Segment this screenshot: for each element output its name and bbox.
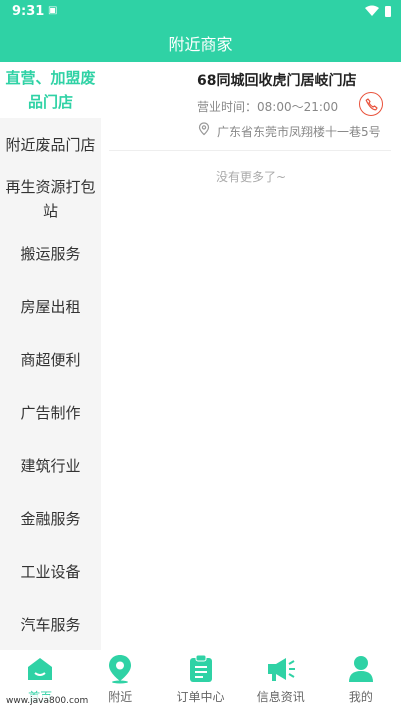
shop-name: 68同城回收虎门居岐门店 <box>197 73 357 89</box>
sidebar-item-label: 直营、加盟废品门店 <box>5 69 96 111</box>
megaphone-icon <box>266 654 296 684</box>
sidebar-item-direct-stores[interactable]: 直营、加盟废品门店 <box>0 62 101 118</box>
sidebar-item-label: 工业设备 <box>20 562 81 581</box>
tab-label: 信息资讯 <box>256 690 305 704</box>
sim-icon: ▣ <box>48 5 58 16</box>
status-bar: 9:31 ▣ <box>0 0 401 24</box>
tab-label: 订单中心 <box>176 690 225 704</box>
sidebar-item-moving[interactable]: 搬运服务 <box>0 227 101 280</box>
shop-address-text: 广东省东莞市凤翔楼十一巷5号 <box>217 125 381 139</box>
sidebar-item-label: 商超便利 <box>20 350 81 369</box>
status-time: 9:31 <box>12 4 45 19</box>
category-sidebar: 直营、加盟废品门店 附近废品门店 再生资源打包站 搬运服务 房屋出租 商超便利 … <box>0 62 101 650</box>
home-icon <box>25 654 55 684</box>
tab-nearby[interactable]: 附近 <box>80 650 160 713</box>
shop-list: 68同城回收虎门居岐门店 营业时间：08:00～21:00 广东省东莞市凤翔楼十… <box>101 62 401 650</box>
sidebar-item-recycling-stations[interactable]: 再生资源打包站 <box>0 171 101 227</box>
call-button[interactable] <box>359 92 383 116</box>
sidebar-item-nearby-stores[interactable]: 附近废品门店 <box>0 118 101 171</box>
sidebar-item-industrial[interactable]: 工业设备 <box>0 545 101 598</box>
shop-address: 广东省东莞市凤翔楼十一巷5号 <box>197 123 381 140</box>
sidebar-item-convenience[interactable]: 商超便利 <box>0 333 101 386</box>
user-icon <box>346 654 376 684</box>
page-title: 附近商家 <box>168 35 233 54</box>
tab-profile[interactable]: 我的 <box>321 650 401 713</box>
list-end-text: 没有更多了~ <box>215 170 287 184</box>
sidebar-item-rentals[interactable]: 房屋出租 <box>0 280 101 333</box>
battery-icon <box>385 6 391 17</box>
sidebar-item-finance[interactable]: 金融服务 <box>0 492 101 545</box>
tab-label: 附近 <box>108 690 133 704</box>
page-title-bar: 附近商家 <box>0 24 401 62</box>
phone-icon <box>365 97 378 110</box>
location-icon <box>105 654 135 684</box>
sidebar-item-label: 汽车服务 <box>20 615 81 634</box>
sidebar-item-label: 搬运服务 <box>20 244 81 263</box>
sidebar-item-construction[interactable]: 建筑行业 <box>0 439 101 492</box>
tab-orders[interactable]: 订单中心 <box>160 650 240 713</box>
sidebar-item-label: 建筑行业 <box>20 456 81 475</box>
clipboard-icon <box>186 654 216 684</box>
shop-card[interactable]: 68同城回收虎门居岐门店 营业时间：08:00～21:00 广东省东莞市凤翔楼十… <box>109 62 391 151</box>
sidebar-item-label: 再生资源打包站 <box>5 178 96 220</box>
tab-label: 我的 <box>348 690 373 704</box>
watermark: www.java800.com <box>4 695 91 707</box>
sidebar-item-label: 房屋出租 <box>20 297 81 316</box>
wifi-icon <box>365 5 379 21</box>
sidebar-item-advertising[interactable]: 广告制作 <box>0 386 101 439</box>
tab-news[interactable]: 信息资讯 <box>241 650 321 713</box>
sidebar-item-label: 金融服务 <box>20 509 81 528</box>
sidebar-item-label: 附近废品门店 <box>5 135 96 154</box>
sidebar-item-label: 广告制作 <box>20 403 81 422</box>
shop-hours: 营业时间：08:00～21:00 <box>197 100 339 114</box>
sidebar-item-auto[interactable]: 汽车服务 <box>0 598 101 650</box>
